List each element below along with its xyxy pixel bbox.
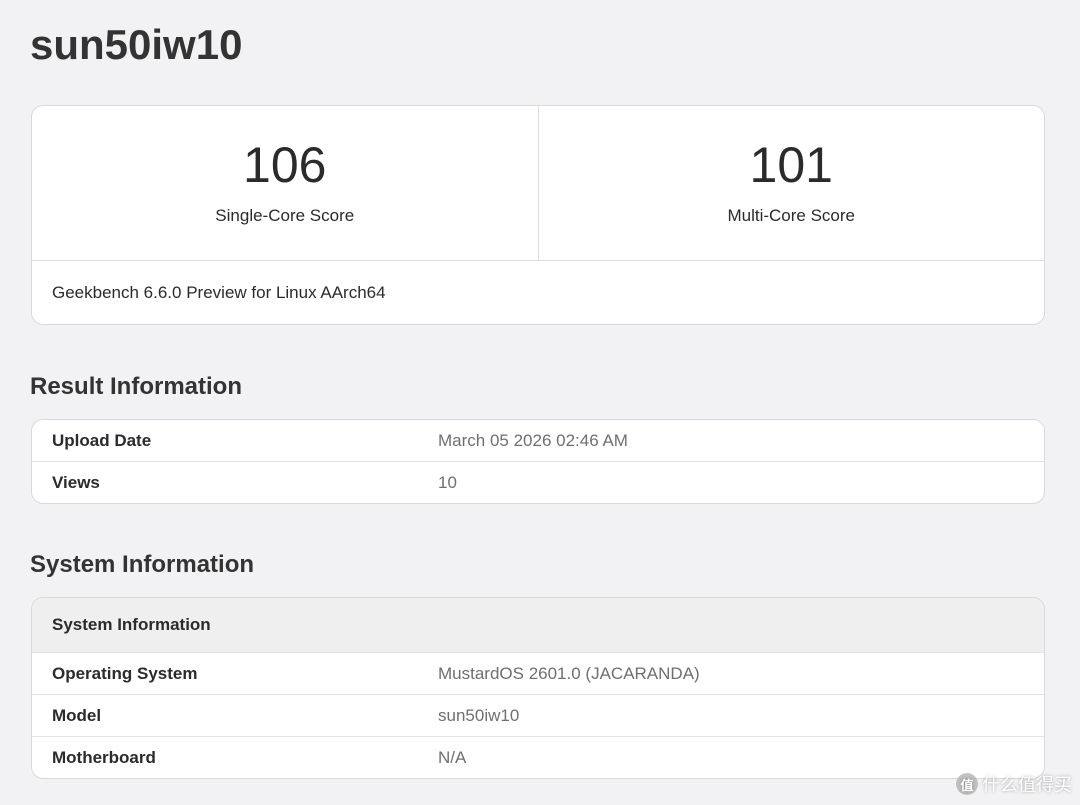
system-information-table: System Information Operating System Must… — [31, 597, 1045, 779]
multi-core-cell: 101 Multi-Core Score — [537, 106, 1045, 260]
single-core-score-label: Single-Core Score — [215, 206, 355, 225]
operating-system-value: MustardOS 2601.0 (JACARANDA) — [438, 663, 700, 683]
system-information-table-header: System Information — [32, 598, 1044, 652]
table-row: Motherboard N/A — [32, 736, 1044, 778]
table-row: Upload Date March 05 2026 02:46 AM — [32, 420, 1044, 461]
table-row: Model sun50iw10 — [32, 694, 1044, 736]
motherboard-value: N/A — [438, 747, 467, 767]
benchmark-version: Geekbench 6.6.0 Preview for Linux AArch6… — [52, 283, 386, 302]
multi-core-score-value: 101 — [749, 137, 833, 193]
model-value: sun50iw10 — [438, 705, 520, 725]
views-value: 10 — [438, 472, 457, 492]
operating-system-key: Operating System — [52, 663, 198, 683]
table-row: Views 10 — [32, 461, 1044, 503]
result-information-heading: Result Information — [30, 373, 243, 400]
watermark: 值 什么值得买 — [956, 771, 1072, 797]
page: sun50iw10 106 Single-Core Score 101 Mult… — [0, 0, 1080, 805]
model-key: Model — [52, 705, 102, 725]
result-information-table: Upload Date March 05 2026 02:46 AM Views… — [31, 419, 1045, 504]
watermark-logo-icon: 值 — [956, 773, 978, 795]
system-information-heading: System Information — [30, 551, 255, 578]
page-title: sun50iw10 — [30, 21, 243, 68]
single-core-cell: 106 Single-Core Score — [32, 106, 538, 260]
table-row: Operating System MustardOS 2601.0 (JACAR… — [32, 652, 1044, 694]
watermark-text: 什么值得买 — [982, 775, 1072, 795]
scores-row: 106 Single-Core Score 101 Multi-Core Sco… — [32, 106, 1044, 261]
score-card: 106 Single-Core Score 101 Multi-Core Sco… — [31, 105, 1045, 325]
multi-core-score-label: Multi-Core Score — [727, 206, 856, 225]
motherboard-key: Motherboard — [52, 747, 156, 767]
single-core-score-value: 106 — [243, 137, 327, 193]
views-key: Views — [52, 472, 100, 492]
upload-date-value: March 05 2026 02:46 AM — [438, 430, 628, 450]
upload-date-key: Upload Date — [52, 430, 152, 450]
